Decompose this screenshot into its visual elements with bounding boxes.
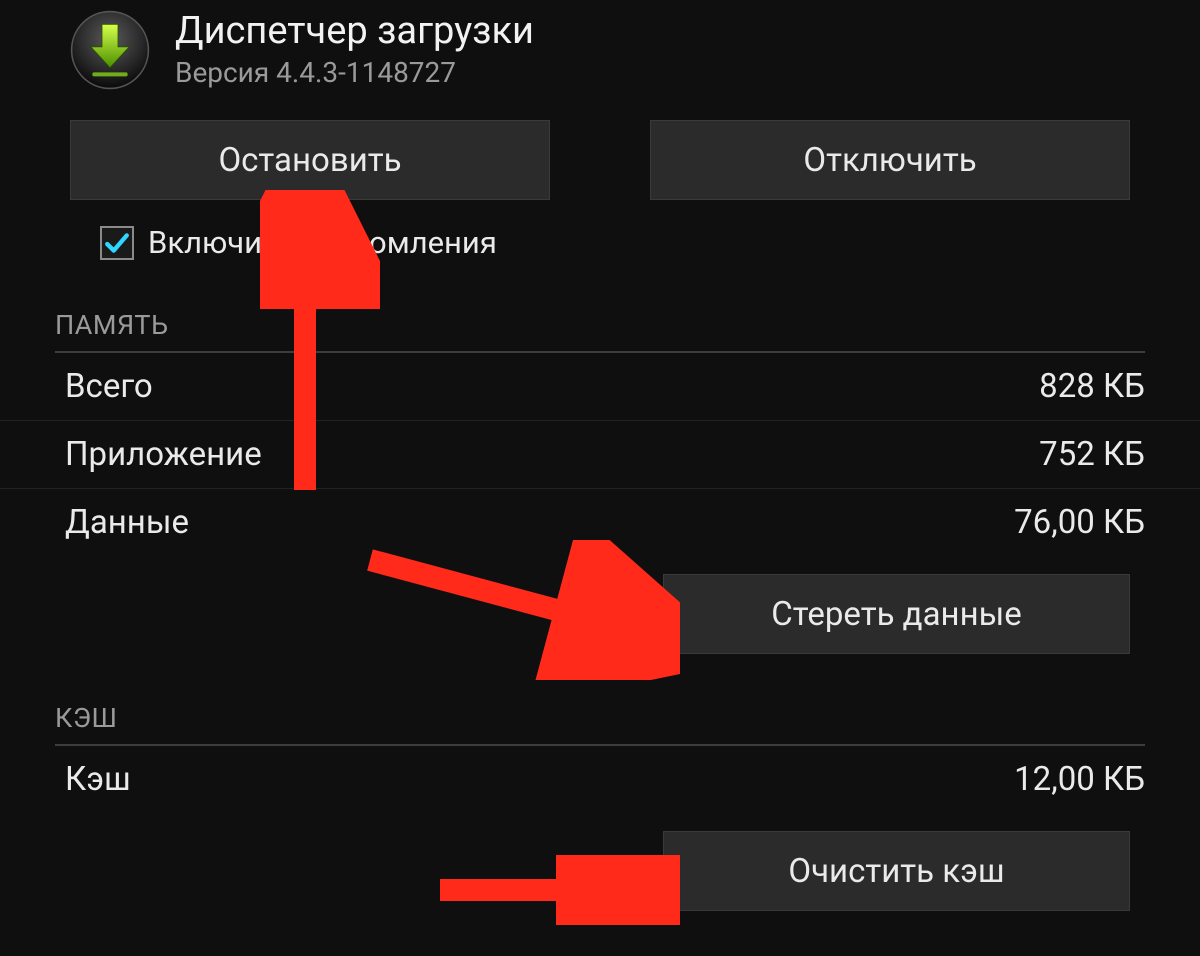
cache-value: 12,00 КБ [1014, 760, 1145, 799]
app-version: Версия 4.4.3-1148727 [175, 56, 534, 89]
data-size-value: 76,00 КБ [1014, 503, 1145, 542]
row-cache: Кэш 12,00 КБ [0, 746, 1200, 813]
enable-notifications-row[interactable]: Включить уведомления [0, 200, 1200, 261]
clear-data-button[interactable]: Стереть данные [663, 574, 1130, 654]
enable-notifications-label: Включить уведомления [148, 224, 497, 261]
row-app: Приложение 752 КБ [0, 420, 1200, 488]
total-label: Всего [65, 367, 153, 406]
clear-cache-button[interactable]: Очистить кэш [663, 831, 1130, 911]
data-size-label: Данные [65, 503, 189, 542]
download-manager-icon [70, 10, 150, 90]
app-size-label: Приложение [65, 435, 262, 474]
stop-button[interactable]: Остановить [70, 120, 550, 200]
section-title-cache: КЭШ [0, 654, 1200, 744]
app-title: Диспетчер загрузки [175, 11, 534, 53]
total-value: 828 КБ [1039, 367, 1145, 406]
checkbox-icon[interactable] [100, 226, 134, 260]
disable-button[interactable]: Отключить [650, 120, 1130, 200]
section-title-memory: ПАМЯТЬ [0, 261, 1200, 351]
cache-label: Кэш [65, 760, 131, 799]
app-size-value: 752 КБ [1039, 435, 1145, 474]
row-data: Данные 76,00 КБ [0, 488, 1200, 556]
app-header: Диспетчер загрузки Версия 4.4.3-1148727 [0, 0, 1200, 90]
row-total: Всего 828 КБ [0, 353, 1200, 420]
